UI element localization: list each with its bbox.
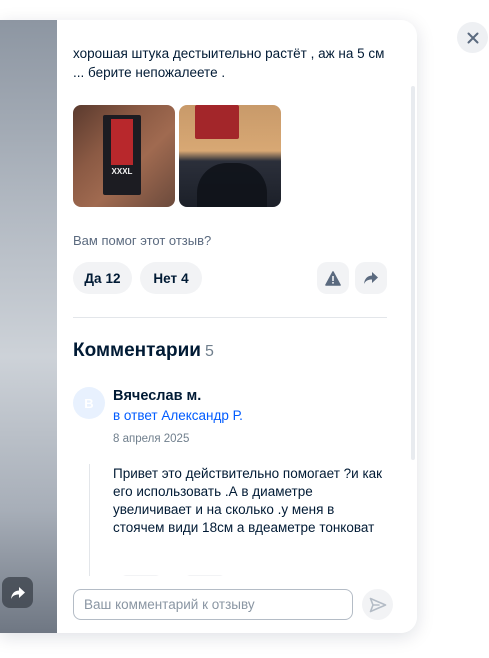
comment-date: 8 апреля 2025 — [113, 433, 190, 445]
comment-reply-to-link[interactable]: в ответ Александр Р. — [113, 408, 243, 423]
comments-count: 5 — [204, 343, 214, 360]
review-modal: хорошая штука дестыительно растёт , аж н… — [0, 20, 417, 633]
review-photo-thumbnail[interactable]: XXXL — [73, 105, 175, 207]
review-photo-thumbnail[interactable] — [179, 105, 281, 207]
product-size-label: XXXL — [111, 167, 133, 176]
review-text: хорошая штука дестыительно растёт , аж н… — [73, 46, 385, 80]
share-icon — [10, 586, 25, 599]
comments-heading: Комментарии 5 — [73, 340, 214, 362]
review-content: хорошая штука дестыительно растёт , аж н… — [57, 20, 417, 633]
helpful-no-label: Нет — [153, 270, 178, 286]
helpful-question: Вам помог этот отзыв? — [73, 233, 212, 248]
photo-shadow — [197, 163, 267, 207]
photo-share-button[interactable] — [2, 577, 33, 608]
comment-author: Вячеслав м. — [113, 388, 202, 404]
helpful-no-count: 4 — [181, 270, 189, 286]
send-button[interactable] — [362, 589, 393, 620]
helpful-no-button[interactable]: Нет 4 — [140, 262, 202, 294]
comment-thread-line — [89, 464, 90, 576]
report-icon — [325, 270, 341, 286]
helpful-yes-label: Да — [84, 270, 102, 286]
comment-text: Привет это действительно помогает ?и как… — [113, 466, 383, 535]
review-photo-viewer[interactable] — [0, 20, 57, 633]
comment-input[interactable] — [73, 589, 353, 620]
share-icon — [364, 272, 378, 284]
share-button[interactable] — [355, 262, 387, 294]
section-divider — [73, 317, 387, 318]
helpful-yes-button[interactable]: Да 12 — [73, 262, 132, 294]
send-icon — [369, 597, 386, 612]
product-label-stripe — [111, 119, 133, 165]
close-icon — [467, 32, 478, 43]
close-button[interactable] — [457, 22, 488, 53]
comments-title: Комментарии — [73, 340, 201, 361]
helpful-yes-count: 12 — [105, 270, 121, 286]
scrollbar[interactable] — [411, 86, 415, 460]
comment-compose-bar — [57, 576, 417, 633]
report-button[interactable] — [317, 262, 349, 294]
avatar: В — [73, 387, 105, 419]
product-box-image — [195, 105, 239, 139]
